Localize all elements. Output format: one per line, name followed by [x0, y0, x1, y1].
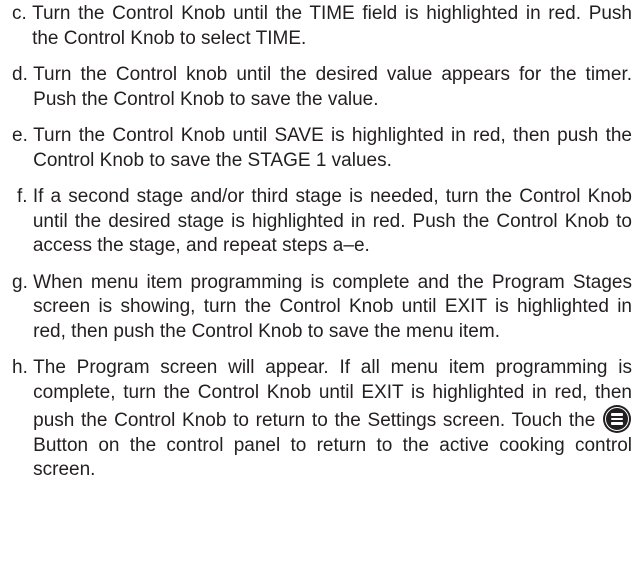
instruction-steps: c. Turn the Control Knob until the TIME … [0, 0, 644, 564]
step-text: Turn the Control Knob until SAVE is high… [33, 125, 632, 171]
step-letter: c. [12, 3, 27, 24]
step-h: h. The Program screen will appear. If al… [12, 356, 632, 483]
step-text: The Program screen will appear. If all m… [33, 356, 632, 483]
step-e: e. Turn the Control Knob until SAVE is h… [12, 124, 632, 173]
step-letter: e. [12, 125, 28, 146]
step-text-before-icon: The Program screen will appear. If all m… [33, 357, 632, 431]
step-text: Turn the Control knob until the desired … [33, 64, 632, 110]
step-d: d. Turn the Control knob until the desir… [12, 63, 632, 112]
step-letter: f. [17, 186, 28, 207]
menu-button-icon [603, 405, 631, 433]
step-text: If a second stage and/or third stage is … [32, 186, 632, 256]
step-letter: h. [12, 357, 28, 378]
step-letter: g. [12, 271, 28, 293]
step-text: When menu item programming is complete a… [33, 271, 632, 342]
step-text-after-icon: Button on the control panel to return to… [33, 434, 632, 481]
step-text: Turn the Control Knob until the TIME fie… [32, 3, 632, 49]
step-f: f. If a second stage and/or third stage … [12, 185, 632, 259]
step-c: c. Turn the Control Knob until the TIME … [12, 2, 632, 51]
step-letter: d. [12, 64, 28, 85]
step-g: g. When menu item programming is complet… [12, 271, 632, 345]
